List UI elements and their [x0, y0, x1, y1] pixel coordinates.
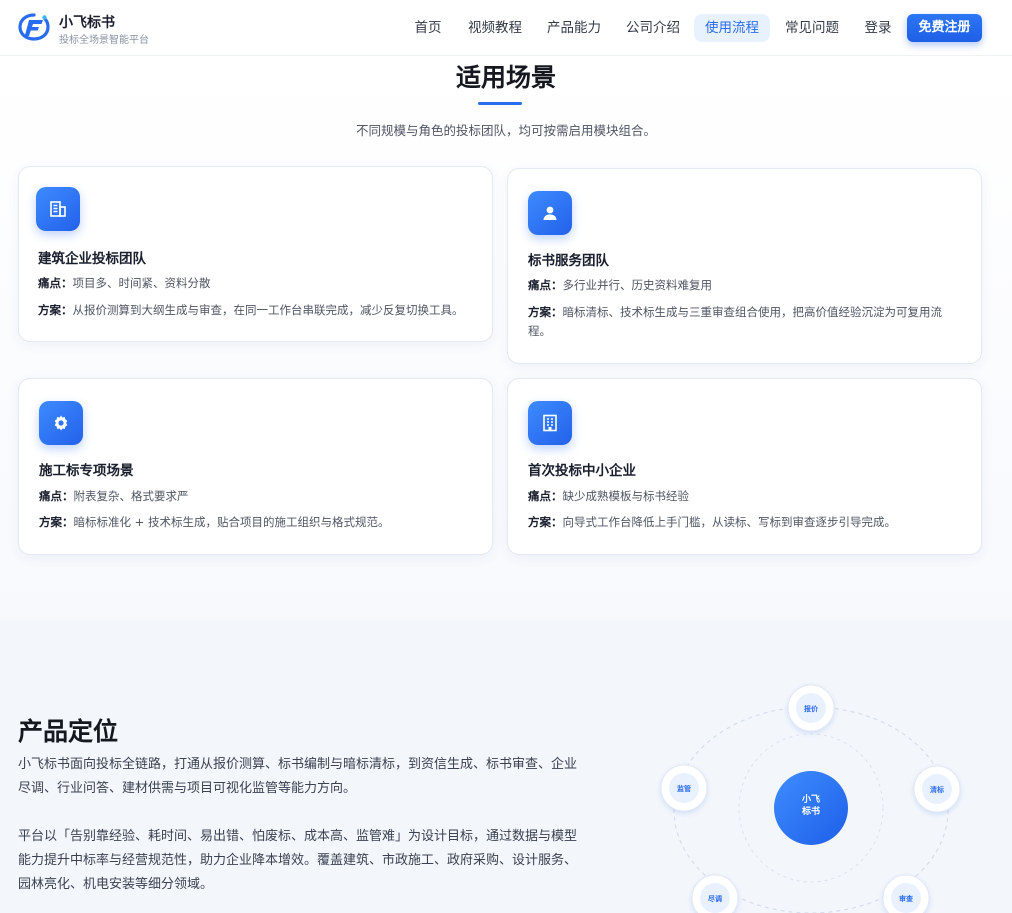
pain-label: 痛点： [528, 278, 563, 292]
pain-label: 痛点： [528, 489, 563, 503]
orbit-node-label: 尽调 [708, 894, 722, 903]
nav-faq[interactable]: 常见问题 [780, 14, 844, 42]
building-icon [36, 187, 80, 231]
orbit-node-label: 清标 [930, 785, 944, 794]
pain-text: 缺少成熟模板与标书经验 [562, 489, 690, 503]
card-plan: 方案：暗标标准化 + 技术标生成，贴合项目的施工组织与格式规范。 [39, 513, 479, 532]
plan-label: 方案： [528, 515, 563, 529]
plan-label: 方案： [39, 515, 74, 529]
positioning-paragraph-2: 平台以「告别靠经验、耗时间、易出错、怕废标、成本高、监管难」为设计目标，通过数据… [18, 829, 578, 892]
orbit-node-review[interactable] [882, 874, 930, 913]
nav-login[interactable]: 登录 [860, 14, 896, 42]
gear-icon [39, 401, 83, 445]
pain-text: 附表复杂、格式要求严 [73, 489, 189, 503]
scenarios-title: 适用场景 [455, 63, 556, 92]
card-plan: 方案：向导式工作台降低上手门槛，从读标、写标到审查逐步引导完成。 [528, 513, 968, 532]
orbit-node-label: 审查 [899, 894, 914, 903]
orbit-node-label: 报价 [804, 704, 819, 713]
positioning-title: 产品定位 [18, 717, 119, 746]
main-nav: 首页 视频教程 产品能力 公司介绍 使用流程 常见问题 登录 [0, 14, 1012, 42]
user-icon [528, 191, 572, 235]
title-underline [478, 102, 522, 105]
plan-text: 暗标清标、技术标生成与三重审查组合使用，把高价值经验沉淀为可复用流程。 [528, 305, 942, 338]
scenario-card-first-time-sme[interactable]: 首次投标中小企业 痛点：缺少成熟模板与标书经验 方案：向导式工作台降低上手门槛，… [507, 378, 982, 555]
scenarios-subtitle: 不同规模与角色的投标团队，均可按需启用模块组合。 [355, 123, 656, 138]
pain-text: 项目多、时间紧、资料分散 [72, 276, 211, 290]
top-header: 小飞标书 投标全场景智能平台 首页 视频教程 产品能力 公司介绍 使用流程 常见… [0, 0, 1012, 56]
pain-label: 痛点： [39, 489, 74, 503]
card-title: 建筑企业投标团队 [38, 251, 146, 267]
plan-label: 方案： [528, 305, 563, 319]
card-pain: 痛点：附表复杂、格式要求严 [39, 487, 479, 506]
office-icon [528, 401, 572, 445]
plan-label: 方案： [38, 303, 73, 317]
pain-text: 多行业并行、历史资料难复用 [562, 278, 713, 292]
card-pain: 痛点：缺少成熟模板与标书经验 [528, 487, 968, 506]
plan-text: 向导式工作台降低上手门槛，从读标、写标到审查逐步引导完成。 [562, 515, 897, 529]
orbit-node-due-diligence[interactable] [691, 874, 739, 913]
card-title: 标书服务团队 [528, 253, 609, 269]
scenario-card-bid-service[interactable]: 标书服务团队 痛点：多行业并行、历史资料难复用 方案：暗标清标、技术标生成与三重… [507, 168, 982, 364]
nav-usage-flow[interactable]: 使用流程 [694, 14, 770, 42]
positioning-paragraph-1: 小飞标书面向投标全链路，打通从报价测算、标书编制与暗标清标，到资信生成、标书审查… [18, 757, 578, 796]
card-plan: 方案：从报价测算到大纲生成与审查，在同一工作台串联完成，减少反复切换工具。 [38, 301, 478, 320]
center-label-line2: 标书 [801, 805, 820, 817]
nav-company-intro[interactable]: 公司介绍 [621, 14, 685, 42]
free-register-button[interactable]: 免费注册 [907, 14, 982, 42]
nav-home[interactable]: 首页 [408, 14, 448, 42]
nav-product-capabilities[interactable]: 产品能力 [542, 14, 606, 42]
center-label-line1: 小飞 [801, 793, 820, 805]
positioning-section: 产品定位 小飞标书面向投标全链路，打通从报价测算、标书编制与暗标清标，到资信生成… [0, 620, 1012, 913]
pain-label: 痛点： [38, 276, 73, 290]
capability-orbit-diagram: 小飞 标书 报价 清标 审查 尽调 监管 [660, 684, 961, 913]
nav-video-tutorials[interactable]: 视频教程 [463, 14, 527, 42]
card-pain: 痛点：项目多、时间紧、资料分散 [38, 274, 478, 293]
plan-text: 暗标标准化 + 技术标生成，贴合项目的施工组织与格式规范。 [73, 515, 390, 529]
scenario-card-construction-bid[interactable]: 施工标专项场景 痛点：附表复杂、格式要求严 方案：暗标标准化 + 技术标生成，贴… [18, 378, 493, 555]
scenarios-section: 适用场景 不同规模与角色的投标团队，均可按需启用模块组合。 建筑企业投标团队 痛… [0, 56, 1012, 620]
plan-text: 从报价测算到大纲生成与审查，在同一工作台串联完成，减少反复切换工具。 [72, 303, 464, 317]
orbit-node-label: 监管 [677, 784, 691, 793]
scenario-card-construction[interactable]: 建筑企业投标团队 痛点：项目多、时间紧、资料分散 方案：从报价测算到大纲生成与审… [18, 166, 493, 342]
card-plan: 方案：暗标清标、技术标生成与三重审查组合使用，把高价值经验沉淀为可复用流程。 [528, 303, 958, 341]
card-title: 首次投标中小企业 [528, 463, 636, 479]
card-title: 施工标专项场景 [39, 463, 134, 479]
card-pain: 痛点：多行业并行、历史资料难复用 [528, 276, 968, 295]
